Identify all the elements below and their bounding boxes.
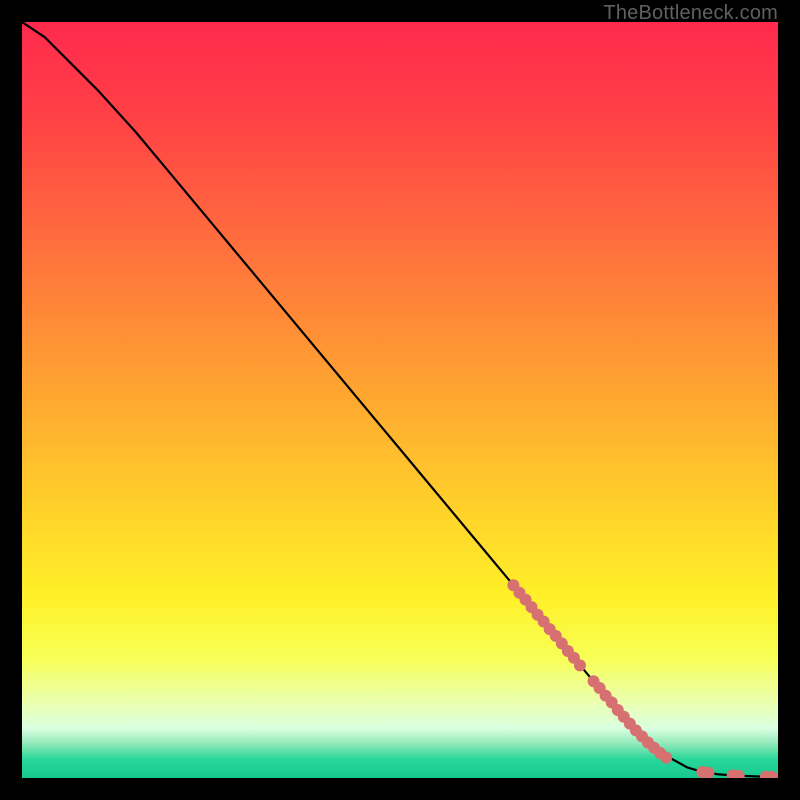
plot-area	[22, 22, 778, 778]
chart-svg	[22, 22, 778, 778]
data-marker	[660, 752, 672, 764]
bottleneck-curve	[22, 22, 778, 777]
marker-group	[507, 579, 778, 778]
chart-frame: TheBottleneck.com	[0, 0, 800, 800]
data-marker	[574, 659, 586, 671]
